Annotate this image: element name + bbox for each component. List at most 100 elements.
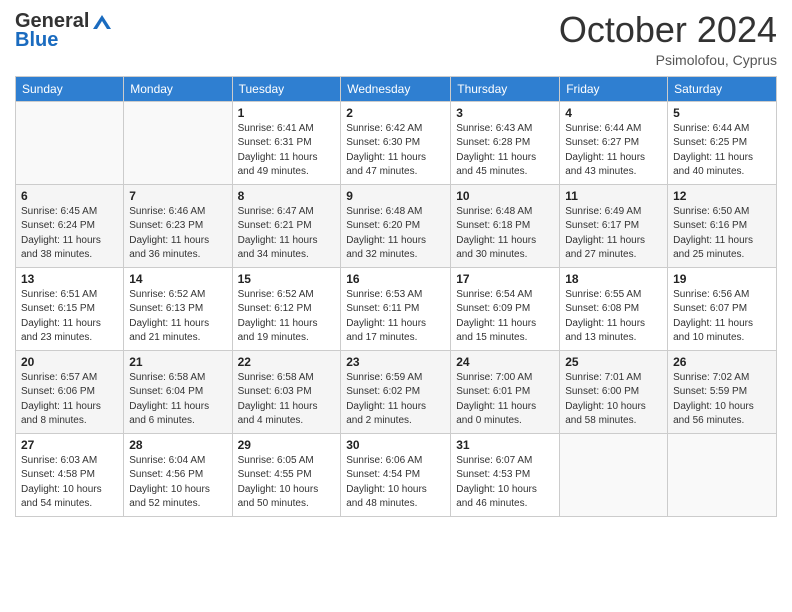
table-row: 19 Sunrise: 6:56 AM Sunset: 6:07 PM Dayli… (668, 267, 777, 350)
day-info: Sunrise: 6:59 AM Sunset: 6:02 PM Dayligh… (346, 371, 445, 429)
table-row: 4 Sunrise: 6:44 AM Sunset: 6:27 PM Daylig… (560, 101, 668, 184)
day-number: 1 (238, 106, 336, 120)
header: General Blue October 2024 Psimolofou, Cy… (15, 10, 777, 68)
logo: General Blue (15, 10, 113, 52)
table-row: 1 Sunrise: 6:41 AM Sunset: 6:31 PM Daylig… (232, 101, 341, 184)
table-row: 15Sunrise: 6:52 AM Sunset: 6:12 PM Dayli… (232, 267, 341, 350)
day-info: Sunrise: 6:48 AM Sunset: 6:18 PM Dayligh… (456, 205, 554, 263)
table-row (16, 101, 124, 184)
day-info: Sunrise: 6:44 AM Sunset: 6:27 PM Dayligh… (565, 122, 662, 180)
day-number: 9 (346, 189, 445, 203)
day-number: 2 (346, 106, 445, 120)
day-info: Sunrise: 6:03 AM Sunset: 4:58 PM Dayligh… (21, 454, 118, 512)
day-info: Sunrise: 6:44 AM Sunset: 6:25 PM Dayligh… (673, 122, 771, 180)
table-row: 12Sunrise: 6:50 AM Sunset: 6:16 PM Dayli… (668, 184, 777, 267)
table-row: 26Sunrise: 7:02 AM Sunset: 5:59 PM Dayli… (668, 350, 777, 433)
day-info: Sunrise: 6:49 AM Sunset: 6:17 PM Dayligh… (565, 205, 662, 263)
day-info: Sunrise: 6:54 AM Sunset: 6:09 PM Dayligh… (456, 288, 554, 346)
table-row: 21Sunrise: 6:58 AM Sunset: 6:04 PM Dayli… (124, 350, 232, 433)
day-number: 22 (238, 355, 336, 369)
day-info: Sunrise: 6:56 AM Sunset: 6:07 PM Dayligh… (673, 288, 771, 346)
table-row (124, 101, 232, 184)
day-info: Sunrise: 6:58 AM Sunset: 6:04 PM Dayligh… (129, 371, 226, 429)
day-number: 5 (673, 106, 771, 120)
table-row: 27 Sunrise: 6:03 AM Sunset: 4:58 PM Dayli… (16, 433, 124, 516)
day-number: 19 (673, 272, 771, 286)
day-number: 30 (346, 438, 445, 452)
day-number: 8 (238, 189, 336, 203)
table-row: 11Sunrise: 6:49 AM Sunset: 6:17 PM Dayli… (560, 184, 668, 267)
table-row: 17 Sunrise: 6:54 AM Sunset: 6:09 PM Dayli… (451, 267, 560, 350)
day-info: Sunrise: 6:43 AM Sunset: 6:28 PM Dayligh… (456, 122, 554, 180)
day-info: Sunrise: 6:06 AM Sunset: 4:54 PM Dayligh… (346, 454, 445, 512)
day-number: 3 (456, 106, 554, 120)
day-number: 10 (456, 189, 554, 203)
table-row: 10 Sunrise: 6:48 AM Sunset: 6:18 PM Dayli… (451, 184, 560, 267)
table-row: 31Sunrise: 6:07 AM Sunset: 4:53 PM Dayli… (451, 433, 560, 516)
calendar-week-row: 20 Sunrise: 6:57 AM Sunset: 6:06 PM Dayli… (16, 350, 777, 433)
day-number: 17 (456, 272, 554, 286)
day-info: Sunrise: 6:45 AM Sunset: 6:24 PM Dayligh… (21, 205, 118, 263)
day-info: Sunrise: 6:52 AM Sunset: 6:13 PM Dayligh… (129, 288, 226, 346)
day-info: Sunrise: 6:41 AM Sunset: 6:31 PM Dayligh… (238, 122, 336, 180)
col-monday: Monday (124, 76, 232, 101)
day-number: 7 (129, 189, 226, 203)
day-number: 4 (565, 106, 662, 120)
day-number: 23 (346, 355, 445, 369)
table-row (668, 433, 777, 516)
table-row: 8Sunrise: 6:47 AM Sunset: 6:21 PM Daylig… (232, 184, 341, 267)
table-row: 14Sunrise: 6:52 AM Sunset: 6:13 PM Dayli… (124, 267, 232, 350)
title-area: October 2024 Psimolofou, Cyprus (559, 10, 777, 68)
table-row: 6 Sunrise: 6:45 AM Sunset: 6:24 PM Daylig… (16, 184, 124, 267)
col-saturday: Saturday (668, 76, 777, 101)
month-title: October 2024 (559, 10, 777, 50)
day-info: Sunrise: 6:51 AM Sunset: 6:15 PM Dayligh… (21, 288, 118, 346)
table-row: 3 Sunrise: 6:43 AM Sunset: 6:28 PM Daylig… (451, 101, 560, 184)
day-number: 28 (129, 438, 226, 452)
day-number: 13 (21, 272, 118, 286)
day-info: Sunrise: 6:57 AM Sunset: 6:06 PM Dayligh… (21, 371, 118, 429)
day-number: 31 (456, 438, 554, 452)
calendar-table: Sunday Monday Tuesday Wednesday Thursday… (15, 76, 777, 517)
calendar-week-row: 27 Sunrise: 6:03 AM Sunset: 4:58 PM Dayli… (16, 433, 777, 516)
col-thursday: Thursday (451, 76, 560, 101)
table-row: 16 Sunrise: 6:53 AM Sunset: 6:11 PM Dayli… (341, 267, 451, 350)
col-friday: Friday (560, 76, 668, 101)
day-number: 16 (346, 272, 445, 286)
calendar-week-row: 13 Sunrise: 6:51 AM Sunset: 6:15 PM Dayli… (16, 267, 777, 350)
day-number: 6 (21, 189, 118, 203)
calendar-week-row: 6 Sunrise: 6:45 AM Sunset: 6:24 PM Daylig… (16, 184, 777, 267)
table-row: 28 Sunrise: 6:04 AM Sunset: 4:56 PM Dayli… (124, 433, 232, 516)
day-number: 27 (21, 438, 118, 452)
day-info: Sunrise: 6:52 AM Sunset: 6:12 PM Dayligh… (238, 288, 336, 346)
table-row: 7 Sunrise: 6:46 AM Sunset: 6:23 PM Daylig… (124, 184, 232, 267)
day-info: Sunrise: 6:04 AM Sunset: 4:56 PM Dayligh… (129, 454, 226, 512)
day-info: Sunrise: 6:05 AM Sunset: 4:55 PM Dayligh… (238, 454, 336, 512)
table-row: 29Sunrise: 6:05 AM Sunset: 4:55 PM Dayli… (232, 433, 341, 516)
day-number: 20 (21, 355, 118, 369)
table-row: 20 Sunrise: 6:57 AM Sunset: 6:06 PM Dayli… (16, 350, 124, 433)
table-row: 18 Sunrise: 6:55 AM Sunset: 6:08 PM Dayli… (560, 267, 668, 350)
logo-blue-text: Blue (15, 29, 58, 51)
table-row: 2Sunrise: 6:42 AM Sunset: 6:30 PM Daylig… (341, 101, 451, 184)
col-sunday: Sunday (16, 76, 124, 101)
table-row: 9 Sunrise: 6:48 AM Sunset: 6:20 PM Daylig… (341, 184, 451, 267)
day-info: Sunrise: 6:55 AM Sunset: 6:08 PM Dayligh… (565, 288, 662, 346)
day-number: 18 (565, 272, 662, 286)
day-info: Sunrise: 6:58 AM Sunset: 6:03 PM Dayligh… (238, 371, 336, 429)
day-info: Sunrise: 6:53 AM Sunset: 6:11 PM Dayligh… (346, 288, 445, 346)
table-row (560, 433, 668, 516)
day-info: Sunrise: 7:00 AM Sunset: 6:01 PM Dayligh… (456, 371, 554, 429)
table-row: 22 Sunrise: 6:58 AM Sunset: 6:03 PM Dayli… (232, 350, 341, 433)
day-info: Sunrise: 6:46 AM Sunset: 6:23 PM Dayligh… (129, 205, 226, 263)
calendar-header-row: Sunday Monday Tuesday Wednesday Thursday… (16, 76, 777, 101)
col-tuesday: Tuesday (232, 76, 341, 101)
day-info: Sunrise: 6:50 AM Sunset: 6:16 PM Dayligh… (673, 205, 771, 263)
day-number: 25 (565, 355, 662, 369)
day-info: Sunrise: 6:48 AM Sunset: 6:20 PM Dayligh… (346, 205, 445, 263)
table-row: 30 Sunrise: 6:06 AM Sunset: 4:54 PM Dayli… (341, 433, 451, 516)
col-wednesday: Wednesday (341, 76, 451, 101)
page: General Blue October 2024 Psimolofou, Cy… (0, 0, 792, 612)
day-info: Sunrise: 7:01 AM Sunset: 6:00 PM Dayligh… (565, 371, 662, 429)
day-number: 26 (673, 355, 771, 369)
